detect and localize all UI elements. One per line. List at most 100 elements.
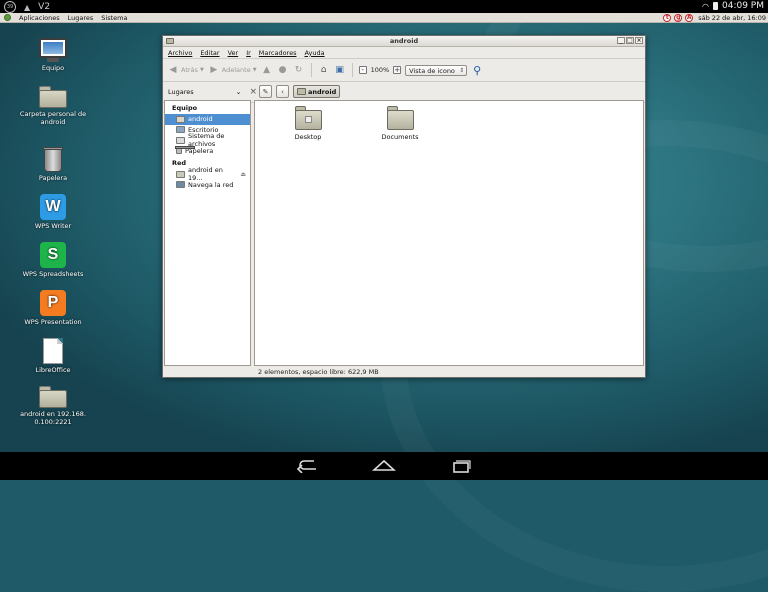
desktop-icon-papelera[interactable]: Papelera: [13, 147, 93, 182]
home-folder-icon: [297, 88, 306, 95]
sidebar-item-network-share[interactable]: android en 19... ⏏: [165, 166, 250, 182]
desktop-icon-label: WPS Writer: [34, 222, 72, 230]
desktop-icon-libreoffice[interactable]: LibreOffice: [13, 338, 93, 374]
close-sidebar-icon[interactable]: ×: [250, 87, 258, 97]
chevron-down-icon[interactable]: ⌄: [236, 88, 242, 96]
status-time: 04:09 PM: [722, 1, 764, 11]
home-icon[interactable]: ⌂: [318, 64, 330, 76]
window-titlebar[interactable]: android _ □ ×: [163, 36, 645, 47]
wps-spreadsheets-icon: S: [40, 242, 66, 268]
menu-marcadores[interactable]: Marcadores: [259, 49, 297, 57]
desktop-icon-wps-writer[interactable]: W WPS Writer: [13, 194, 93, 230]
folder-icon: [294, 106, 322, 130]
desktop-icon-label: Equipo: [41, 64, 65, 72]
desktop-icon-label: Carpeta personal de android: [19, 110, 87, 126]
desktop-icon-label: WPS Spreadsheets: [22, 270, 84, 278]
panel-menu-aplicaciones[interactable]: Aplicaciones: [19, 14, 60, 22]
desktop-icon-label: WPS Presentation: [24, 318, 82, 326]
menu-archivo[interactable]: Archivo: [168, 49, 192, 57]
reload-icon[interactable]: ↻: [293, 64, 305, 76]
folder-icon: [386, 106, 414, 130]
view-mode-value: Vista de icono: [409, 66, 455, 75]
tray-icon-g[interactable]: g: [674, 13, 683, 22]
desktop-icon-wps-presentation[interactable]: P WPS Presentation: [13, 290, 93, 326]
breadcrumb-android[interactable]: android: [293, 85, 341, 98]
battery-icon: [713, 2, 718, 10]
stop-icon[interactable]: ●: [277, 64, 289, 76]
menu-ver[interactable]: Ver: [228, 49, 239, 57]
drive-icon: [176, 136, 185, 144]
select-arrow-icon: ⇕: [459, 66, 465, 74]
window-title: android: [389, 37, 419, 45]
desktop-icon-label: LibreOffice: [35, 366, 71, 374]
home-folder-icon: [176, 115, 185, 123]
home-nav-icon[interactable]: [372, 459, 396, 473]
toolbar: ◀ Atrás ▼ ▶ Adelante ▼ ▲ ● ↻ ⌂ ▣ - 100% …: [163, 59, 645, 82]
panel-clock[interactable]: sáb 22 de abr, 16:09: [698, 14, 766, 22]
file-item-label: Desktop: [294, 133, 322, 141]
sidebar-selector[interactable]: Lugares: [168, 88, 194, 96]
menu-ayuda[interactable]: Ayuda: [304, 49, 324, 57]
desktop-icon-home-folder[interactable]: Carpeta personal de android: [13, 86, 93, 126]
file-item-desktop[interactable]: Desktop: [283, 106, 333, 141]
desktop-icon-label: Papelera: [38, 174, 68, 182]
back-arrow-icon: ◀: [169, 65, 177, 75]
network-folder-icon: [176, 170, 185, 178]
computer-icon: [39, 38, 67, 62]
back-label: Atrás: [181, 66, 198, 74]
desktop-icon-label: android en 192.168.0.100:2221: [20, 410, 86, 426]
zoom-out-icon[interactable]: -: [358, 66, 367, 74]
top-panel: Aplicaciones Lugares Sistema t g A sáb 2…: [0, 13, 768, 23]
desktop-icon-equipo[interactable]: Equipo: [13, 38, 93, 72]
android-nav-bar: [0, 452, 768, 480]
trash-icon: [175, 146, 195, 155]
panel-menu-lugares[interactable]: Lugares: [68, 14, 94, 22]
up-arrow-icon[interactable]: ▲: [261, 64, 273, 76]
desktop-icon-network-share[interactable]: android en 192.168.0.100:2221: [13, 386, 93, 426]
tray-icon-a[interactable]: A: [685, 13, 694, 22]
sidebar-item-android[interactable]: android: [165, 114, 250, 125]
desktop-icon: [176, 126, 185, 134]
chevron-down-icon: ▼: [199, 67, 204, 73]
search-icon[interactable]: ⚲: [471, 64, 483, 77]
upload-icon: ▲: [24, 2, 31, 12]
wps-writer-icon: W: [40, 194, 66, 220]
forward-button[interactable]: ▶ Adelante ▼: [208, 64, 256, 76]
eject-icon[interactable]: ⏏: [240, 171, 246, 178]
status-bar-text: 2 elementos, espacio libre: 622,9 MB: [258, 368, 379, 376]
forward-arrow-icon: ▶: [210, 65, 218, 75]
menu-editar[interactable]: Editar: [200, 49, 219, 57]
edit-location-icon[interactable]: ✎: [259, 85, 272, 98]
file-item-label: Documents: [381, 133, 419, 141]
sidebar-item-label: Navega la red: [188, 180, 234, 189]
network-icon: [176, 181, 185, 189]
computer-icon[interactable]: ▣: [334, 64, 346, 76]
file-item-documents[interactable]: Documents: [375, 106, 425, 141]
close-icon[interactable]: ×: [635, 37, 643, 44]
sidebar-item-sistema-de-archivos[interactable]: Sistema de archivos: [165, 132, 250, 148]
path-left-arrow-icon[interactable]: ‹: [276, 85, 289, 98]
recents-nav-icon[interactable]: [450, 459, 472, 473]
wps-presentation-icon: P: [40, 290, 66, 316]
minimize-icon[interactable]: _: [617, 37, 625, 44]
maximize-icon[interactable]: □: [626, 37, 634, 44]
view-mode-select[interactable]: Vista de icono ⇕: [405, 64, 468, 76]
gnome-logo-icon[interactable]: [4, 14, 11, 21]
tray-icon-t[interactable]: t: [663, 13, 672, 22]
toolbar-divider: [351, 63, 353, 77]
desktop-icon-wps-spreadsheets[interactable]: S WPS Spreadsheets: [13, 242, 93, 278]
back-button[interactable]: ◀ Atrás ▼: [167, 64, 204, 76]
sidebar-section-equipo: Equipo: [172, 104, 198, 112]
back-nav-icon[interactable]: [296, 459, 318, 473]
trash-icon: [43, 147, 63, 172]
notification-badge: 39: [4, 1, 16, 13]
panel-menu-sistema[interactable]: Sistema: [101, 14, 127, 22]
places-sidebar: Equipo android Escritorio Sistema de arc…: [164, 100, 251, 366]
toolbar-divider: [310, 63, 312, 77]
v2-label: V2: [38, 2, 51, 12]
zoom-in-icon[interactable]: +: [393, 66, 402, 74]
forward-label: Adelante: [221, 66, 251, 74]
home-folder-icon: [39, 86, 67, 108]
menu-ir[interactable]: Ir: [246, 49, 251, 57]
window-folder-icon: [166, 37, 174, 44]
